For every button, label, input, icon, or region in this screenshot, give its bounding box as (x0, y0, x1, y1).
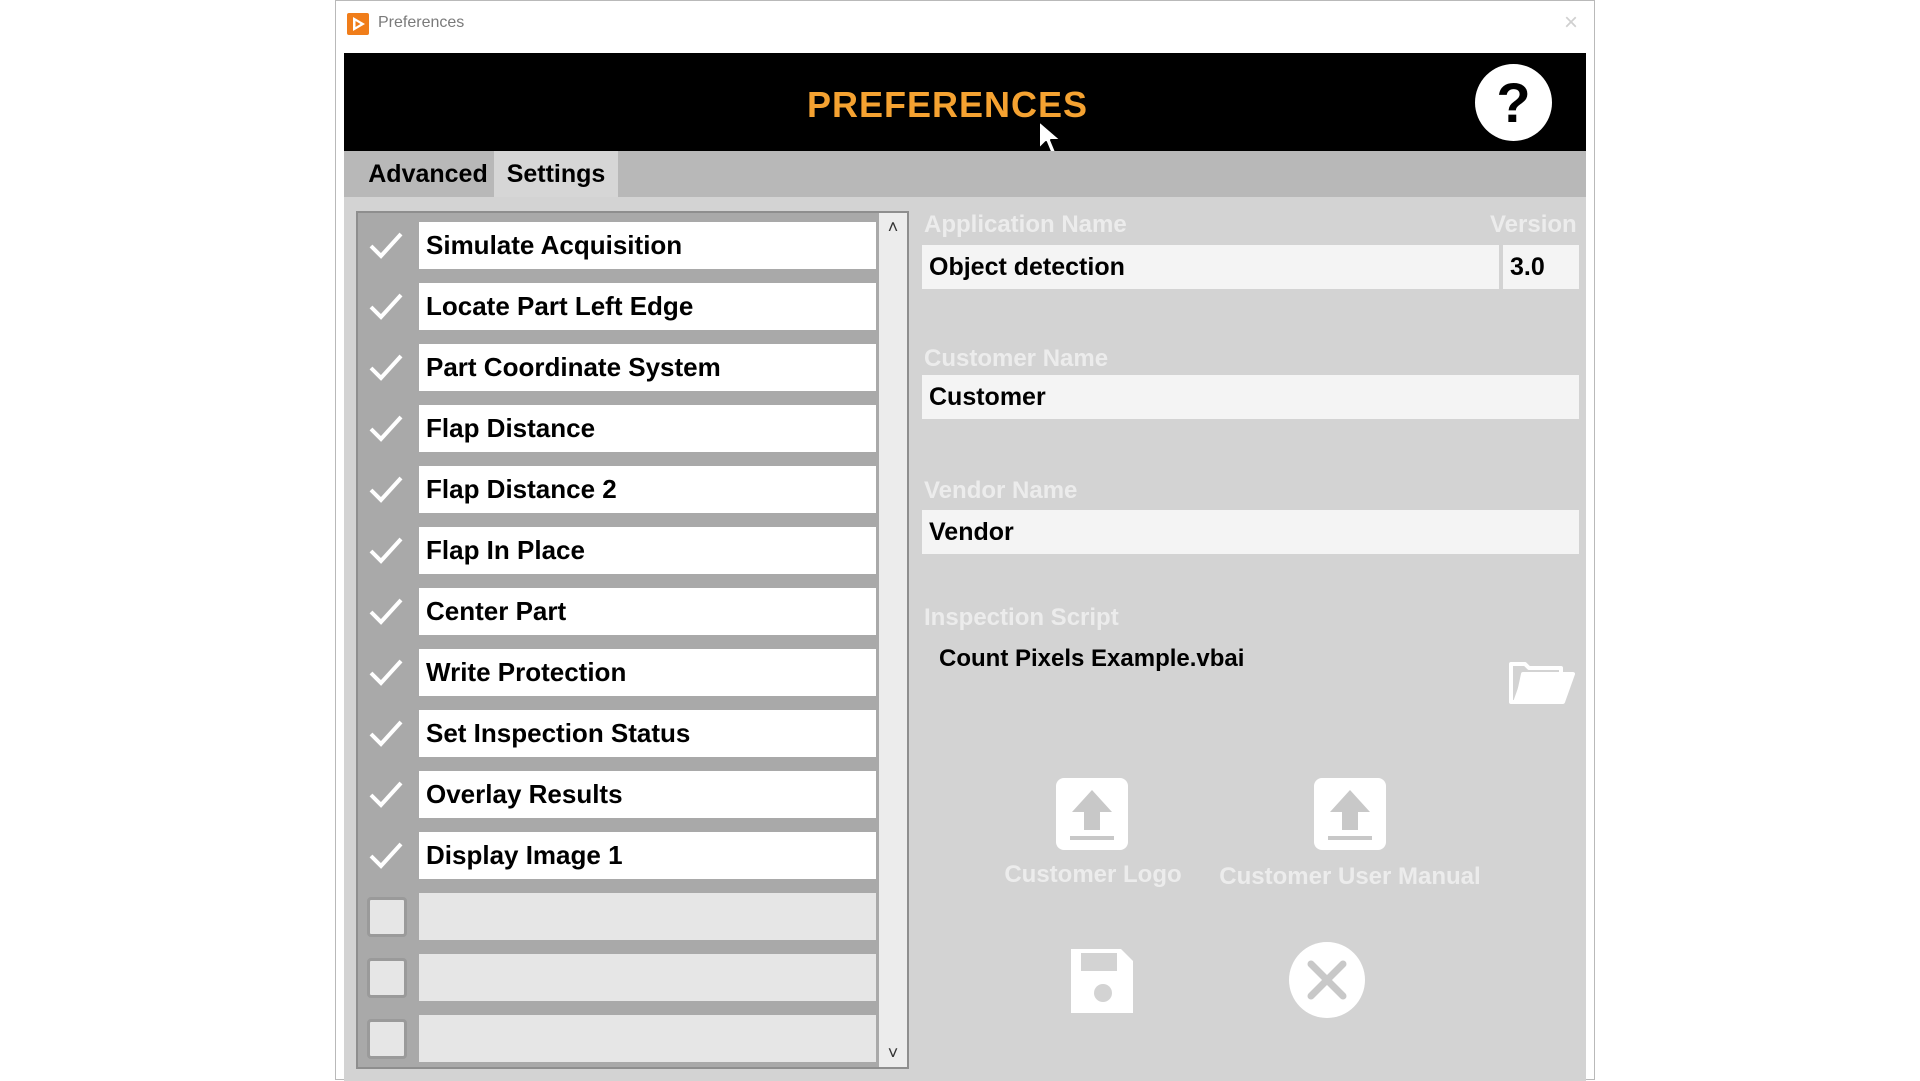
preferences-window: Preferences × PREFERENCES ? Advanced Set… (335, 0, 1595, 1081)
steps-list: Simulate Acquisition Locate Part Left Ed… (356, 211, 909, 1069)
checkbox[interactable] (363, 588, 408, 635)
list-item[interactable]: Set Inspection Status (363, 710, 876, 757)
inspection-script-value: Count Pixels Example.vbai (939, 645, 1245, 672)
list-item-label: Flap Distance 2 (419, 466, 876, 513)
header-bar: PREFERENCES ? (344, 53, 1586, 155)
customer-logo-upload-button[interactable] (1056, 778, 1128, 850)
version-field[interactable]: 3.0 (1503, 245, 1579, 289)
customer-name-label: Customer Name (924, 345, 1109, 372)
check-icon (369, 781, 403, 808)
list-item-label: Part Coordinate System (419, 344, 876, 391)
title-bar: Preferences × (336, 1, 1594, 45)
customer-manual-upload-button[interactable] (1314, 778, 1386, 850)
list-item-label: Flap Distance (419, 405, 876, 452)
scroll-up-button[interactable]: ˄ (879, 213, 907, 241)
tab-bar: Advanced Settings (344, 151, 1586, 197)
checkbox[interactable] (363, 771, 408, 818)
list-item[interactable] (363, 893, 876, 940)
check-icon (369, 293, 403, 320)
check-icon (369, 537, 403, 564)
customer-manual-label: Customer User Manual (1219, 863, 1481, 890)
checkbox[interactable] (363, 1015, 408, 1062)
list-scrollbar[interactable]: ˄ ˅ (879, 213, 907, 1067)
inspection-script-label: Inspection Script (924, 604, 1119, 631)
check-icon (369, 659, 403, 686)
list-item-label (419, 954, 876, 1001)
check-icon (369, 598, 403, 625)
list-item[interactable]: Overlay Results (363, 771, 876, 818)
list-item-label: Overlay Results (419, 771, 876, 818)
customer-name-field[interactable]: Customer (922, 375, 1579, 419)
list-item[interactable]: Center Part (363, 588, 876, 635)
list-item-label: Write Protection (419, 649, 876, 696)
application-name-label: Application Name (924, 211, 1127, 238)
empty-checkbox (367, 897, 407, 937)
checkbox[interactable] (363, 954, 408, 1001)
cancel-icon[interactable] (1287, 940, 1367, 1020)
help-button[interactable]: ? (1475, 64, 1552, 141)
folder-open-icon[interactable] (1507, 656, 1575, 708)
vendor-name-field[interactable]: Vendor (922, 510, 1579, 554)
list-item[interactable] (363, 1015, 876, 1062)
scroll-down-button[interactable]: ˅ (879, 1039, 907, 1067)
vendor-name-label: Vendor Name (924, 477, 1078, 504)
list-item[interactable]: Flap Distance 2 (363, 466, 876, 513)
upload-icon (1328, 790, 1372, 840)
tab-advanced[interactable]: Advanced (354, 151, 502, 197)
check-icon (369, 720, 403, 747)
check-icon (369, 415, 403, 442)
list-item-label (419, 1015, 876, 1062)
window-title: Preferences (378, 14, 465, 31)
list-item-label: Flap In Place (419, 527, 876, 574)
checkbox[interactable] (363, 344, 408, 391)
checkbox[interactable] (363, 649, 408, 696)
check-icon (369, 232, 403, 259)
page-title: PREFERENCES (806, 84, 1089, 125)
checkbox[interactable] (363, 832, 408, 879)
list-item-label: Locate Part Left Edge (419, 283, 876, 330)
list-item[interactable]: Simulate Acquisition (363, 222, 876, 269)
close-window-button[interactable]: × (1558, 10, 1584, 36)
list-item-label: Center Part (419, 588, 876, 635)
empty-checkbox (367, 1019, 407, 1059)
checkbox[interactable] (363, 527, 408, 574)
version-label: Version (1490, 211, 1577, 238)
list-item-label: Display Image 1 (419, 832, 876, 879)
application-name-field[interactable]: Object detection (922, 245, 1499, 289)
upload-icon (1070, 790, 1114, 840)
preferences-panel: PREFERENCES ? Advanced Settings Simulate… (344, 53, 1586, 1081)
checkbox[interactable] (363, 405, 408, 452)
checkbox[interactable] (363, 893, 408, 940)
list-item[interactable]: Display Image 1 (363, 832, 876, 879)
list-item[interactable]: Part Coordinate System (363, 344, 876, 391)
list-item-label: Simulate Acquisition (419, 222, 876, 269)
list-item[interactable] (363, 954, 876, 1001)
list-item[interactable]: Flap In Place (363, 527, 876, 574)
checkbox[interactable] (363, 222, 408, 269)
customer-logo-label: Customer Logo (1004, 861, 1182, 888)
tab-settings[interactable]: Settings (494, 151, 618, 197)
list-item-label (419, 893, 876, 940)
list-item[interactable]: Write Protection (363, 649, 876, 696)
list-item[interactable]: Flap Distance (363, 405, 876, 452)
list-item-label: Set Inspection Status (419, 710, 876, 757)
check-icon (369, 354, 403, 381)
app-play-icon (347, 13, 369, 35)
check-icon (369, 842, 403, 869)
checkbox[interactable] (363, 466, 408, 513)
check-icon (369, 476, 403, 503)
checkbox[interactable] (363, 710, 408, 757)
save-icon[interactable] (1065, 945, 1137, 1017)
empty-checkbox (367, 958, 407, 998)
list-item[interactable]: Locate Part Left Edge (363, 283, 876, 330)
checkbox[interactable] (363, 283, 408, 330)
